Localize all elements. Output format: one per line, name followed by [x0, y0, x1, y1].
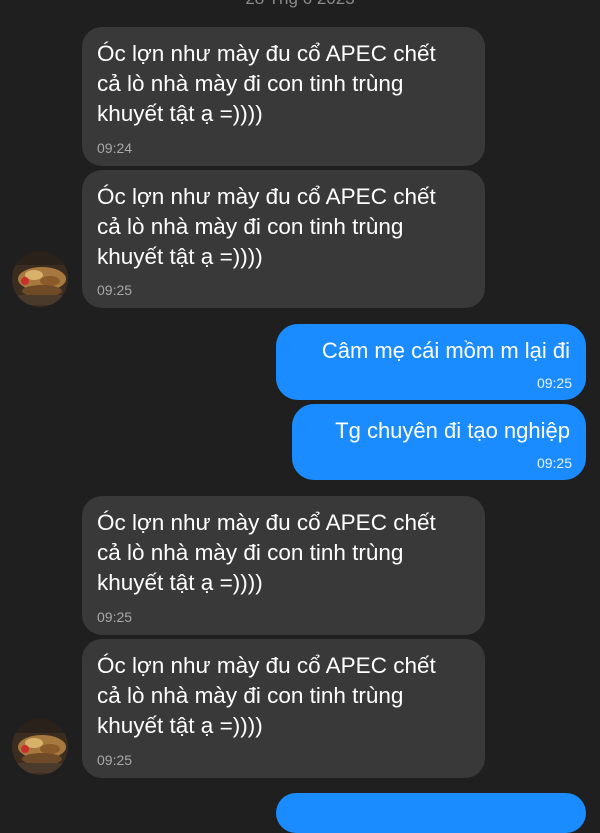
message-text: Óc lợn như mày đu cổ APEC chết cả lò nhà… — [97, 510, 436, 595]
outgoing-message-bubble[interactable]: Câm mẹ cái mồm m lại đi 09:25 — [276, 324, 586, 400]
message-timestamp: 09:24 — [97, 140, 133, 156]
date-separator: 28 Thg 6 2023 — [0, 0, 600, 9]
message-text: Óc lợn như mày đu cổ APEC chết cả lò nhà… — [97, 41, 436, 126]
message-timestamp: 09:25 — [536, 455, 572, 471]
incoming-message-bubble[interactable]: Óc lợn như mày đu cổ APEC chết cả lò nhà… — [82, 639, 485, 778]
outgoing-message-bubble[interactable]: Tg chuyên đi tạo nghiệp 09:25 — [292, 404, 586, 480]
message-text: Óc lợn như mày đu cổ APEC chết cả lò nhà… — [97, 184, 436, 269]
contact-avatar[interactable] — [12, 719, 68, 775]
message-text: Câm mẹ cái mồm m lại đi — [321, 338, 570, 363]
message-text: Tg chuyên đi tạo nghiệp — [335, 418, 570, 443]
message-timestamp: 09:25 — [536, 375, 572, 391]
incoming-message-bubble[interactable]: Óc lợn như mày đu cổ APEC chết cả lò nhà… — [82, 170, 485, 308]
message-timestamp: 09:25 — [97, 282, 133, 298]
contact-avatar-photo-icon — [12, 719, 68, 775]
outgoing-message-bubble-partial[interactable] — [276, 793, 586, 833]
incoming-message-bubble[interactable]: Óc lợn như mày đu cổ APEC chết cả lò nhà… — [82, 27, 485, 166]
message-text: Óc lợn như mày đu cổ APEC chết cả lò nhà… — [97, 653, 436, 738]
message-timestamp: 09:25 — [97, 609, 133, 625]
message-timestamp: 09:25 — [97, 752, 133, 768]
contact-avatar[interactable] — [12, 251, 68, 307]
contact-avatar-photo-icon — [12, 251, 68, 307]
incoming-message-bubble[interactable]: Óc lợn như mày đu cổ APEC chết cả lò nhà… — [82, 496, 485, 635]
